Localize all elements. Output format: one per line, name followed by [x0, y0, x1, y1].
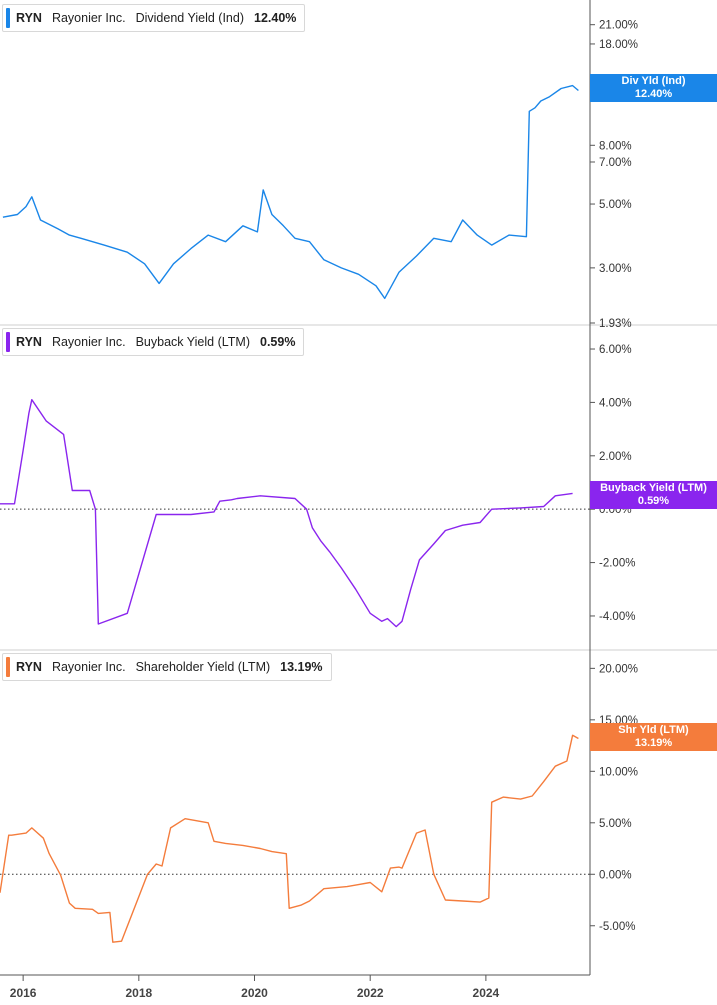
legend-ticker: RYN	[16, 335, 42, 349]
y-tick-label: 0.00%	[599, 869, 632, 881]
y-tick-label: 20.00%	[599, 663, 638, 675]
tag-value: 12.40%	[634, 88, 673, 100]
y-tick-label: 5.00%	[599, 818, 632, 830]
y-tick-label: 6.00%	[599, 344, 632, 356]
series-line	[2, 84, 579, 300]
tag-label: Buyback Yield (LTM)	[600, 482, 707, 494]
legend-dividend-yield: RYN Rayonier Inc. Dividend Yield (Ind) 1…	[2, 4, 306, 32]
y-tick-label: 8.00%	[599, 140, 632, 152]
y-tick-label: 4.00%	[599, 397, 632, 409]
y-tick-label: 5.00%	[599, 199, 632, 211]
x-tick-label: 2024	[473, 986, 500, 1000]
panel-1: 21.00% 18.00% 8.00% 7.00% 5.00% 3.00% 1.93%	[0, 20, 717, 330]
legend-shareholder-yield: RYN Rayonier Inc. Shareholder Yield (LTM…	[2, 653, 332, 681]
x-axis: 2016 2018 2020 2022 2024	[0, 0, 591, 1000]
current-value-tag-shareholder: Shr Yld (LTM) 13.19%	[590, 723, 717, 751]
legend-company: Rayonier Inc.	[51, 11, 126, 25]
legend-value: 12.40%	[254, 11, 297, 25]
current-value-tag-buyback: Buyback Yield (LTM) 0.59%	[590, 481, 717, 509]
series-swatch	[6, 332, 10, 352]
y-tick-label: 10.00%	[599, 766, 638, 778]
legend-company: Rayonier Inc.	[51, 335, 126, 349]
series-line	[0, 399, 573, 628]
legend-buyback-yield: RYN Rayonier Inc. Buyback Yield (LTM) 0.…	[2, 328, 305, 356]
tag-value: 13.19%	[634, 737, 673, 749]
y-tick-label: 2.00%	[599, 451, 632, 463]
y-tick-label: -4.00%	[599, 611, 635, 623]
series-swatch	[6, 657, 10, 677]
legend-value: 0.59%	[260, 335, 296, 349]
x-tick-label: 2016	[10, 986, 37, 1000]
x-tick-label: 2022	[357, 986, 384, 1000]
legend-metric: Shareholder Yield (LTM)	[135, 660, 271, 674]
y-tick-label: -5.00%	[599, 921, 635, 933]
legend-company: Rayonier Inc.	[51, 660, 126, 674]
current-value-tag-dividend: Div Yld (Ind) 12.40%	[590, 74, 717, 102]
series-swatch	[6, 8, 10, 28]
y-tick-label: 3.00%	[599, 263, 632, 275]
y-tick-label: 7.00%	[599, 157, 632, 169]
y-tick-label: 1.93%	[599, 318, 632, 330]
series-line	[0, 734, 579, 943]
y-tick-label: 21.00%	[599, 20, 638, 32]
x-tick-label: 2020	[241, 986, 268, 1000]
legend-ticker: RYN	[16, 11, 42, 25]
y-tick-label: 18.00%	[599, 39, 638, 51]
tag-label: Div Yld (Ind)	[621, 75, 686, 87]
panel-3: 20.00%15.00%10.00%5.00%0.00%-5.00%	[0, 663, 638, 943]
tag-label: Shr Yld (LTM)	[618, 724, 689, 736]
tag-value: 0.59%	[637, 495, 670, 507]
legend-ticker: RYN	[16, 660, 42, 674]
legend-metric: Buyback Yield (LTM)	[135, 335, 250, 349]
legend-value: 13.19%	[280, 660, 323, 674]
x-tick-label: 2018	[125, 986, 152, 1000]
y-tick-label: -2.00%	[599, 558, 635, 570]
legend-metric: Dividend Yield (Ind)	[135, 11, 244, 25]
